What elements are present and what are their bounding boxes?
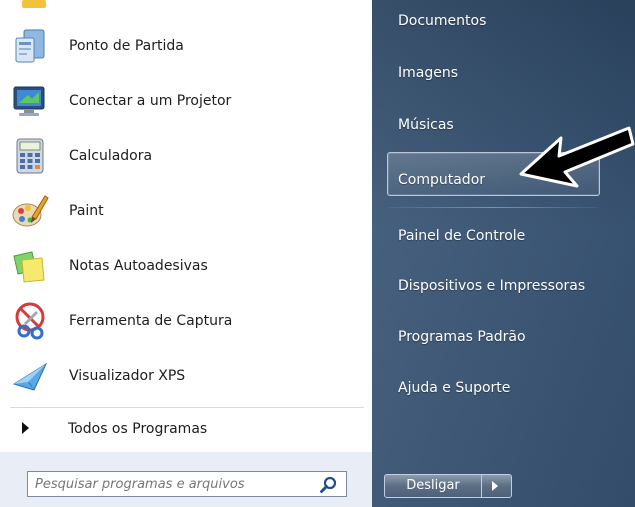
program-label: Notas Autoadesivas [69, 258, 208, 274]
program-paint[interactable]: Paint [0, 184, 372, 238]
right-item-documents[interactable]: Documentos [398, 13, 486, 29]
program-calculator[interactable]: Calculadora [0, 129, 372, 183]
getting-started-icon [15, 29, 45, 63]
projector-icon [13, 86, 45, 116]
calculator-icon [16, 138, 44, 174]
program-label: Ferramenta de Captura [69, 313, 233, 329]
program-label: Calculadora [69, 148, 153, 164]
program-sticky-notes[interactable]: Notas Autoadesivas [0, 239, 372, 293]
search-input[interactable] [35, 474, 305, 494]
annotation-arrow-icon [519, 126, 635, 188]
search-box[interactable] [27, 471, 347, 497]
shutdown-options-button[interactable] [482, 474, 512, 498]
search-icon[interactable] [319, 475, 339, 495]
right-item-music[interactable]: Músicas [398, 117, 454, 133]
right-item-pictures[interactable]: Imagens [398, 65, 458, 81]
program-getting-started[interactable]: Ponto de Partida [0, 19, 372, 73]
sticky-notes-icon [13, 251, 45, 283]
separator [10, 407, 364, 408]
shutdown-label: Desligar [406, 478, 460, 493]
program-label: Ponto de Partida [69, 38, 184, 54]
snipping-tool-icon [15, 302, 45, 340]
paint-icon [12, 195, 49, 227]
right-item-computer[interactable]: Computador [398, 172, 485, 188]
shutdown-button[interactable]: Desligar [384, 474, 482, 498]
xps-viewer-icon [12, 362, 48, 391]
program-label: Visualizador XPS [69, 368, 186, 384]
all-programs-button[interactable]: Todos os Programas [0, 410, 372, 450]
program-label: Conectar a um Projetor [69, 93, 232, 109]
triangle-right-icon [492, 481, 498, 491]
programs-pane: Ponto de Partida Conectar a um Projetor … [0, 0, 372, 507]
program-snipping-tool[interactable]: Ferramenta de Captura [0, 294, 372, 348]
program-xps-viewer[interactable]: Visualizador XPS [0, 349, 372, 403]
triangle-right-icon [22, 422, 29, 434]
right-item-default-programs[interactable]: Programas Padrão [398, 329, 526, 345]
all-programs-label: Todos os Programas [68, 421, 208, 437]
program-connect-projector[interactable]: Conectar a um Projetor [0, 74, 372, 128]
program-label: Paint [69, 203, 104, 219]
right-item-control-panel[interactable]: Painel de Controle [398, 228, 525, 244]
right-item-help-support[interactable]: Ajuda e Suporte [398, 380, 510, 396]
partial-icon [22, 0, 46, 8]
right-item-devices-printers[interactable]: Dispositivos e Impressoras [398, 278, 585, 294]
